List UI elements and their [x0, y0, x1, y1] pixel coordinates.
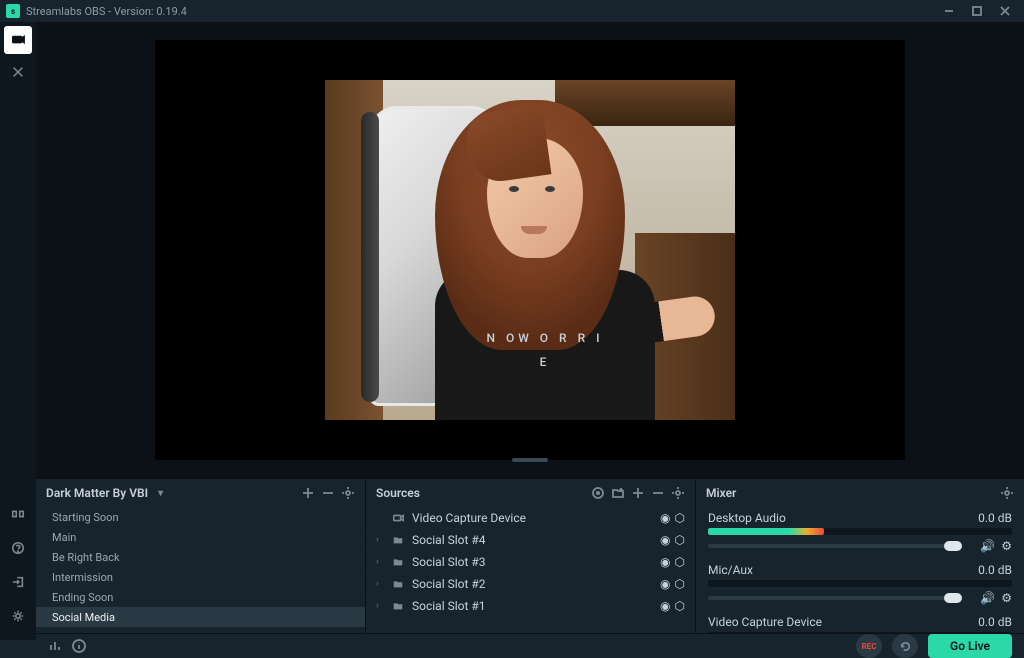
lock-icon[interactable]: ⬡ [675, 511, 685, 525]
scene-item[interactable]: Ending Soon [36, 587, 365, 607]
nav-editor[interactable] [4, 26, 32, 54]
source-item[interactable]: ›Social Slot #3◉⬡ [366, 551, 695, 573]
lock-icon[interactable]: ⬡ [675, 533, 685, 547]
remove-scene-button[interactable] [321, 486, 335, 500]
mixer-panel: Mixer Desktop Audio 0.0 dB 🔊 ⚙ Mic/Aux 0.0 dB… [696, 479, 1024, 633]
mixer-channel: Video Capture Device0.0 dB🔊⚙ [696, 611, 1024, 633]
audio-meter [708, 528, 1012, 535]
nav-login[interactable] [4, 568, 32, 596]
channel-db: 0.0 dB [978, 615, 1012, 629]
nav-settings[interactable] [4, 602, 32, 630]
visibility-icon[interactable]: ◉ [660, 577, 670, 591]
source-item[interactable]: Video Capture Device◉⬡ [366, 507, 695, 529]
record-button[interactable]: REC [856, 634, 882, 658]
scene-item[interactable]: Social Media [36, 607, 365, 627]
scene-item[interactable]: Intermission [36, 567, 365, 587]
scene-item[interactable]: Main [36, 527, 365, 547]
source-item[interactable]: ›Social Slot #4◉⬡ [366, 529, 695, 551]
add-folder-button[interactable] [611, 486, 625, 500]
panel-resize-handle[interactable] [512, 458, 548, 462]
source-item[interactable]: ›Social Slot #2◉⬡ [366, 573, 695, 595]
nav-studio-mode[interactable] [4, 500, 32, 528]
go-live-button[interactable]: Go Live [928, 634, 1012, 658]
app-title: Streamlabs OBS - Version: 0.19.4 [26, 5, 187, 18]
scene-collection-name[interactable]: Dark Matter By VBI [46, 486, 148, 500]
source-item[interactable]: ›Social Slot #1◉⬡ [366, 595, 695, 617]
scene-collection-dropdown[interactable]: ▾ [158, 488, 163, 499]
scene-item[interactable]: Be Right Back [36, 547, 365, 567]
lock-icon[interactable]: ⬡ [675, 577, 685, 591]
volume-slider[interactable] [708, 596, 954, 600]
visibility-icon[interactable]: ◉ [660, 599, 670, 613]
visibility-icon[interactable]: ◉ [660, 555, 670, 569]
channel-db: 0.0 dB [978, 563, 1012, 577]
minimize-button[interactable] [936, 2, 962, 20]
preview-canvas[interactable]: N OW O R R I E [155, 40, 905, 460]
channel-settings-icon[interactable]: ⚙ [1001, 539, 1012, 553]
app-logo: s [6, 4, 20, 18]
webcam-feed: N OW O R R I E [325, 80, 735, 420]
source-settings-button[interactable] [671, 486, 685, 500]
channel-name: Video Capture Device [708, 615, 822, 629]
mixer-title: Mixer [706, 486, 736, 500]
audio-meter [708, 632, 1012, 633]
preview-area: N OW O R R I E [36, 22, 1024, 478]
sources-panel: Sources Video Capture Device◉⬡›Social Sl… [366, 479, 696, 633]
maximize-button[interactable] [964, 2, 990, 20]
mixer-channel: Mic/Aux 0.0 dB 🔊 ⚙ [696, 559, 1024, 611]
visibility-icon[interactable]: ◉ [660, 511, 670, 525]
nav-help[interactable] [4, 534, 32, 562]
folder-icon [392, 578, 404, 590]
scene-settings-button[interactable] [341, 486, 355, 500]
folder-icon [392, 600, 404, 612]
channel-name: Mic/Aux [708, 563, 753, 577]
add-source-button[interactable] [631, 486, 645, 500]
titlebar: s Streamlabs OBS - Version: 0.19.4 [0, 0, 1024, 22]
nav-settings-tools[interactable] [4, 58, 32, 86]
visibility-icon[interactable]: ◉ [660, 533, 670, 547]
stats-icon[interactable] [48, 639, 62, 653]
scenes-panel: Dark Matter By VBI ▾ Starting SoonMainBe… [36, 479, 366, 633]
lock-icon[interactable]: ⬡ [675, 555, 685, 569]
lock-icon[interactable]: ⬡ [675, 599, 685, 613]
audio-meter [708, 580, 1012, 587]
mixer-settings-button[interactable] [1000, 486, 1014, 500]
close-button[interactable] [992, 2, 1018, 20]
remove-source-button[interactable] [651, 486, 665, 500]
mixer-channel: Desktop Audio 0.0 dB 🔊 ⚙ [696, 507, 1024, 559]
add-scene-button[interactable] [301, 486, 315, 500]
channel-settings-icon[interactable]: ⚙ [1001, 591, 1012, 605]
channel-db: 0.0 dB [978, 511, 1012, 525]
scene-item[interactable]: Starting Soon [36, 507, 365, 527]
camera-icon [392, 512, 404, 524]
mute-icon[interactable]: 🔊 [980, 591, 995, 605]
replay-button[interactable] [892, 634, 918, 658]
volume-slider[interactable] [708, 544, 954, 548]
folder-icon [392, 556, 404, 568]
info-icon[interactable] [72, 639, 86, 653]
source-circle-button[interactable] [591, 486, 605, 500]
sources-title: Sources [376, 486, 420, 500]
sidebar [0, 22, 36, 640]
mute-icon[interactable]: 🔊 [980, 539, 995, 553]
folder-icon [392, 534, 404, 546]
footer: REC Go Live [36, 633, 1024, 658]
channel-name: Desktop Audio [708, 511, 786, 525]
